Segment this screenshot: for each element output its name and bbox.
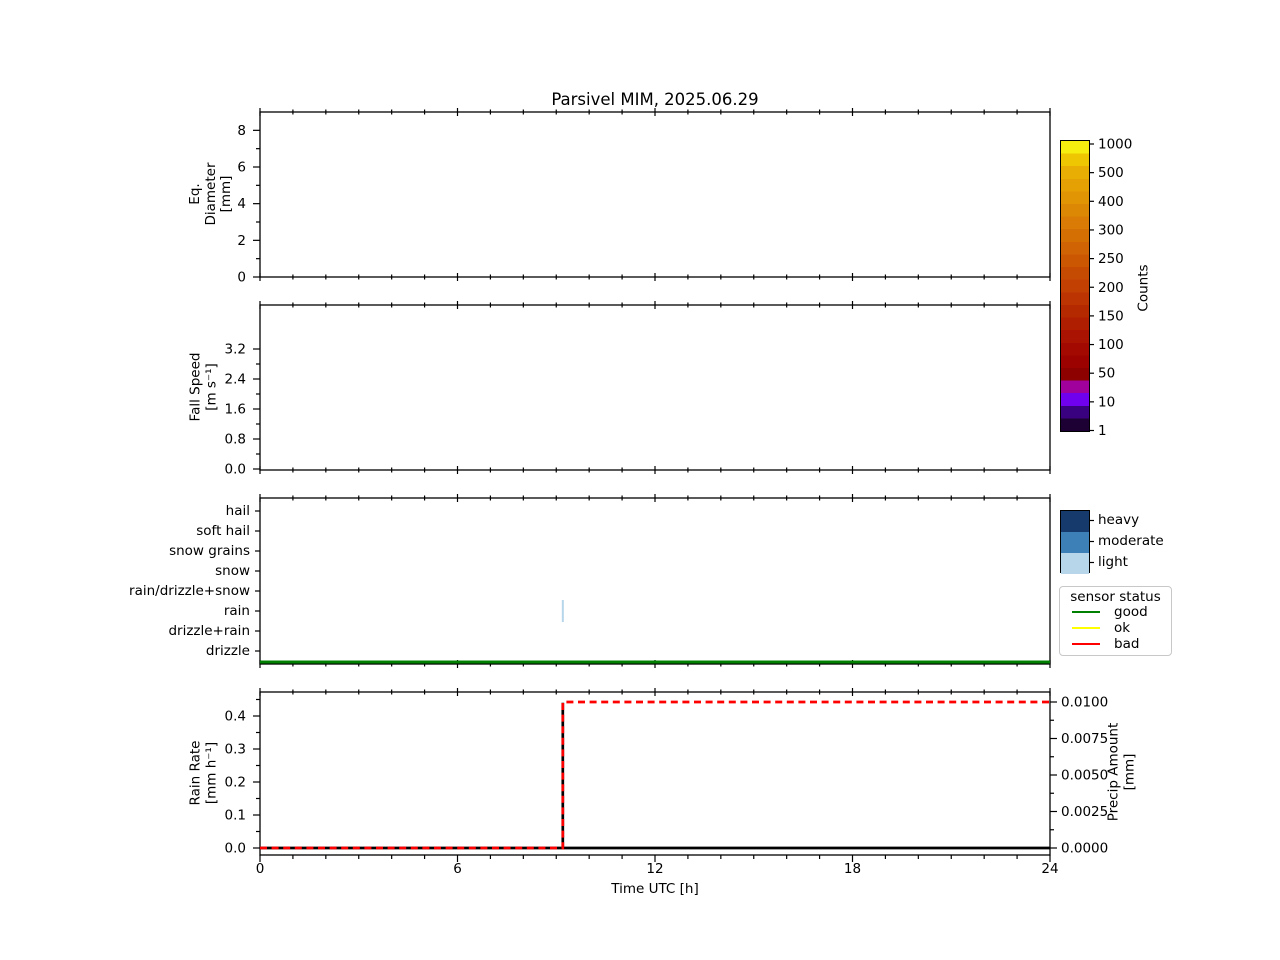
intensity-swatch-heavy [1061,511,1089,532]
axes-border [259,691,1051,856]
tick-label: 0.0 [225,841,246,857]
ylabel-line: [m s⁻¹] [203,363,219,411]
intensity-label-light: light [1098,554,1128,570]
tick-label: 50 [1098,366,1115,382]
axes-border [259,304,1051,471]
tick-label: 24 [1041,861,1058,877]
tick-label: 0.2 [225,775,246,791]
legend-label-ok: ok [1114,620,1131,636]
legend-item-ok: ok [1072,621,1130,635]
tick-label: 2 [237,233,246,249]
colorbar-label-text: Counts [1135,264,1152,312]
ylabel-line: [mm] [217,175,234,213]
tick-label: 10 [1098,394,1115,410]
legend-label-bad: bad [1114,636,1140,652]
tick-label: 0 [256,861,265,877]
tick-label: 1 [1098,423,1107,439]
tick-label: 0.3 [225,742,246,758]
tick-label: 1.6 [225,402,246,418]
tick-label: 0.0000 [1061,841,1108,857]
tick-label: 0 [237,270,246,286]
tick-label: 0.0050 [1061,768,1108,784]
tick-label: 0.0075 [1061,731,1108,747]
ylabel-eq-diameter: Eq. Diameter [mm] [186,162,235,226]
ylabel-line: Eq. [186,183,203,205]
legend-line-good [1072,610,1100,614]
ylabel-line: Rain Rate [187,740,204,806]
legend-item-bad: bad [1072,637,1139,651]
series-precip-amount [260,700,1050,850]
ylabel-precip-amount: Precip Amount [mm] [1105,722,1138,822]
axes-border [259,497,1051,665]
ylabel-line: Diameter [202,162,219,226]
ylabel-line: [mm] [1121,753,1137,791]
intensity-colorbar [1060,510,1090,574]
intensity-label-heavy: heavy [1098,512,1140,528]
legend-line-bad [1072,642,1100,646]
tick-label: 8 [237,123,246,139]
figure: 0 2 4 6 8 0.0 0.8 1.6 2.4 3.2 0.0 0.1 0.2 0.3 0.4 0.000… [0,0,1280,960]
legend-line-ok [1072,626,1100,630]
tick-label: 4 [237,196,246,212]
xlabel: Time UTC [h] [611,881,699,897]
category-label-rain: rain [223,603,250,619]
sensor-status-legend: sensor status good ok bad [1059,586,1172,656]
axis-ticks [253,108,1094,862]
tick-label: 0.8 [225,432,246,448]
tick-label: 100 [1098,337,1124,353]
tick-label: 2.4 [225,372,246,388]
category-label-soft-hail: soft hail [196,523,250,539]
category-label-rain-drizzle-snow: rain/drizzle+snow [129,583,250,599]
axes-borders [259,111,1051,856]
category-label-hail: hail [225,503,250,519]
figure-title: Parsivel MIM, 2025.06.29 [551,90,759,109]
ylabel-line: [mm h⁻¹] [203,741,219,805]
counts-colorbar [1060,140,1090,432]
tick-label: 250 [1098,251,1124,267]
ylabel-fall-speed: Fall Speed [m s⁻¹] [187,352,220,422]
tick-label: 0.0 [225,462,246,478]
ylabel-rain-rate: Rain Rate [mm h⁻¹] [187,740,220,806]
legend-label-good: good [1114,604,1148,620]
tick-label: 150 [1098,308,1124,324]
tick-label: 3.2 [225,342,246,358]
tick-label: 200 [1098,280,1124,296]
legend-item-good: good [1072,605,1148,619]
tick-label: 12 [646,861,663,877]
tick-label: 300 [1098,222,1124,238]
tick-label: 0.0100 [1061,695,1108,711]
intensity-label-moderate: moderate [1098,533,1164,549]
category-label-drizzle-rain: drizzle+rain [168,623,250,639]
ylabel-line: Fall Speed [187,352,204,422]
colorbar-label: Counts [1135,264,1152,312]
tick-label: 6 [237,160,246,176]
category-label-drizzle: drizzle [205,643,250,659]
intensity-swatch-moderate [1061,532,1089,553]
tick-label-group: 024680.00.81.62.43.20.00.10.20.30.40.000… [225,123,1133,877]
intensity-swatch-light [1061,553,1089,574]
category-label-snow-grains: snow grains [169,543,250,559]
tick-label: 400 [1098,194,1124,210]
ylabel-line: Precip Amount [1105,722,1122,822]
tick-label: 18 [844,861,861,877]
series-rain-rate [260,702,1050,850]
category-label-snow: snow [215,563,250,579]
tick-label: 500 [1098,165,1124,181]
tick-label: 6 [453,861,462,877]
tick-label: 1000 [1098,137,1132,153]
axes-border [259,111,1051,278]
tick-label: 0.1 [225,808,246,824]
legend-title: sensor status [1070,589,1161,605]
tick-label: 0.4 [225,709,246,725]
tick-label: 0.0025 [1061,804,1108,820]
